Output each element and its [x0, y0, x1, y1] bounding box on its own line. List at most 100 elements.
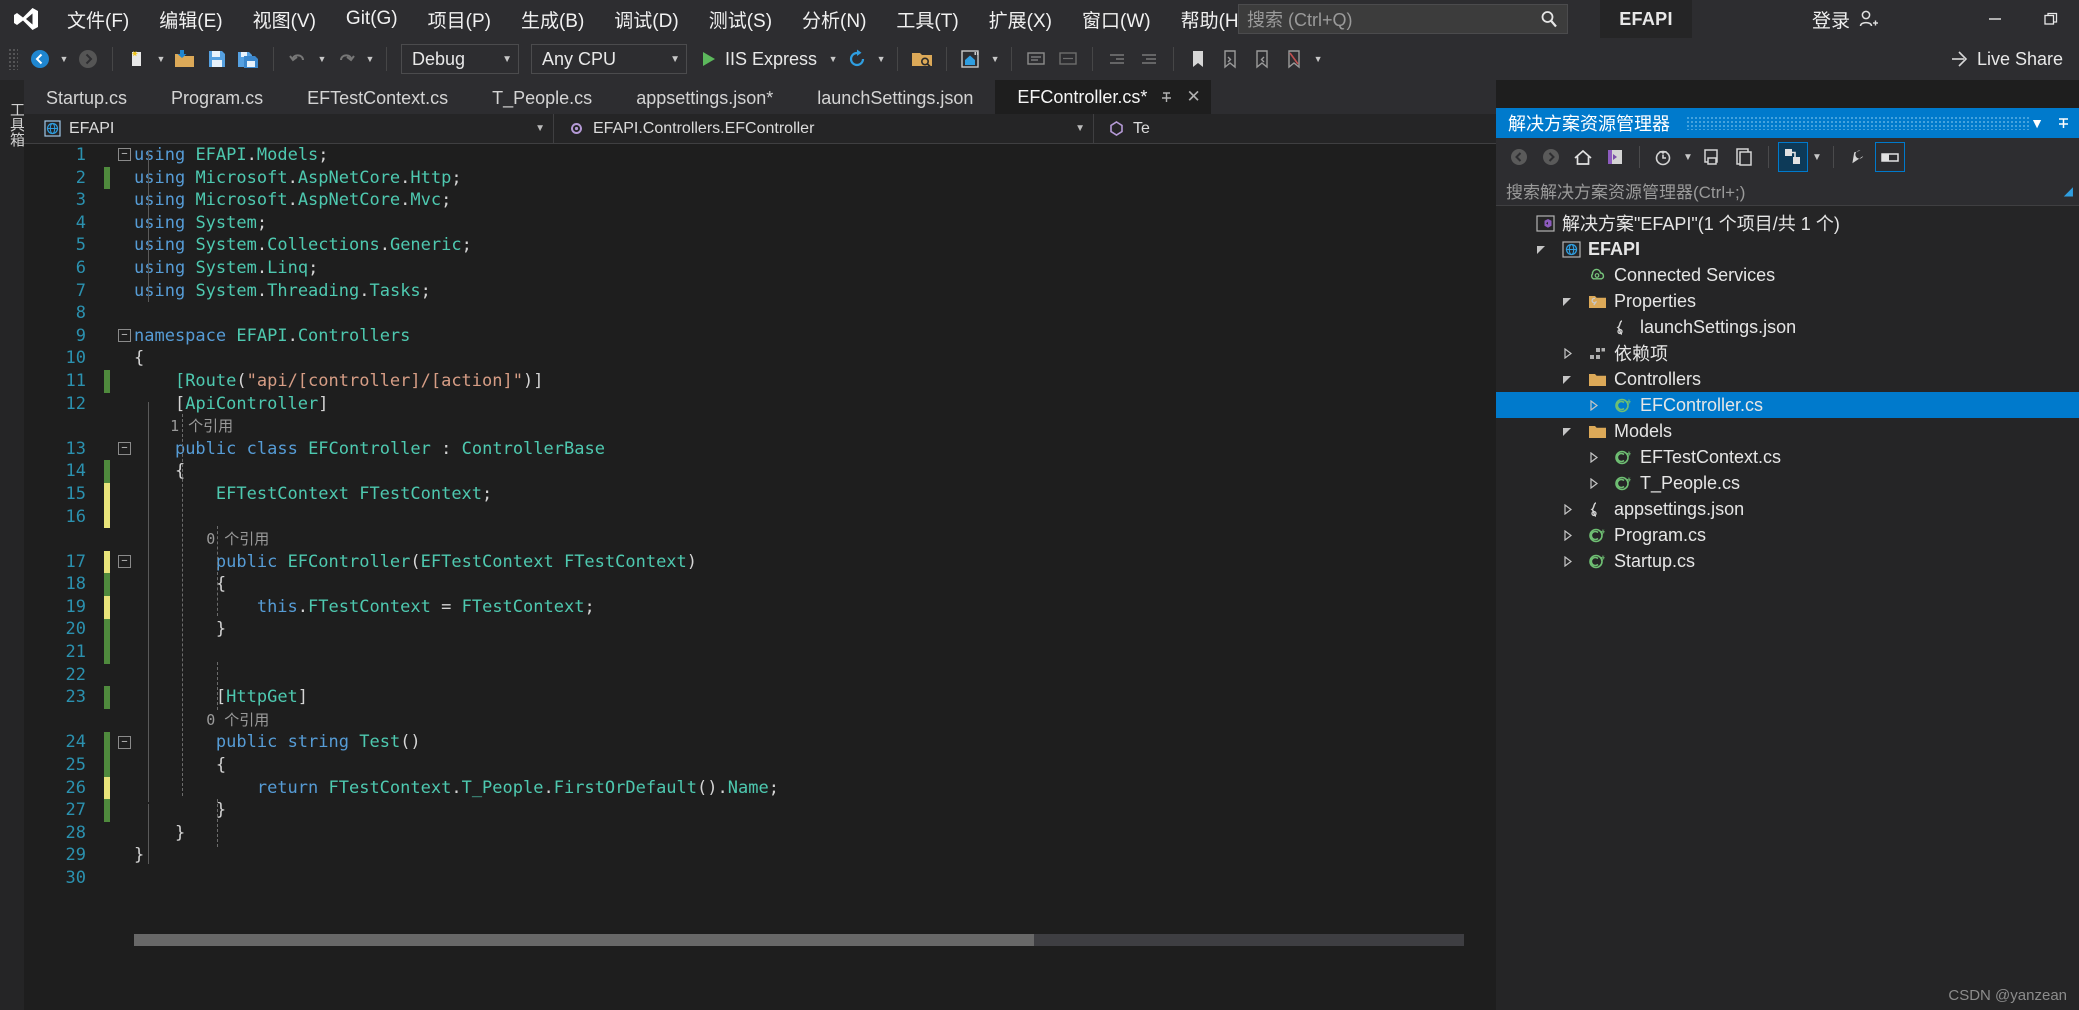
solution-tree-item[interactable]: Properties	[1496, 288, 2079, 314]
expander-arrow-icon[interactable]	[1562, 347, 1584, 359]
outdent-icon[interactable]	[1101, 43, 1133, 75]
code-line[interactable]: using EFAPI.Models;	[134, 144, 779, 167]
code-line[interactable]: EFTestContext FTestContext;	[134, 483, 779, 506]
toolbar-overflow-icon[interactable]: ▼	[1310, 43, 1326, 75]
code-line[interactable]: using System;	[134, 212, 779, 235]
pin-tab-icon[interactable]	[1159, 90, 1174, 105]
solution-tree-item[interactable]: # Program.cs	[1496, 522, 2079, 548]
code-editor-surface[interactable]: − − − − − 1 2 3 4 5 6 7 8 9 10 11 12 13 14 15 16 17 18 19 20 21 2…	[24, 144, 1496, 1010]
menu-test[interactable]: 测试(S)	[694, 0, 787, 38]
uncomment-selection-icon[interactable]	[1052, 43, 1084, 75]
save-all-icon[interactable]	[233, 43, 265, 75]
tab-t-people-cs[interactable]: T_People.cs	[470, 83, 614, 114]
tab-startup-cs[interactable]: Startup.cs	[24, 83, 149, 114]
menu-git[interactable]: Git(G)	[331, 0, 413, 38]
se-view-code-icon[interactable]	[1778, 142, 1808, 172]
outlining-collapse-icon[interactable]: −	[118, 554, 131, 568]
code-line[interactable]	[134, 664, 779, 687]
code-line[interactable]	[134, 867, 779, 890]
menu-debug[interactable]: 调试(D)	[599, 0, 693, 38]
se-preview-selected-icon[interactable]	[1600, 142, 1630, 172]
solution-tree[interactable]: 解决方案"EFAPI"(1 个项目/共 1 个) EFAPI Connected S…	[1496, 206, 2079, 574]
solution-tree-item[interactable]: EFAPI	[1496, 236, 2079, 262]
code-line[interactable]	[134, 641, 779, 664]
new-project-dropdown-icon[interactable]: ▼	[153, 43, 169, 75]
menu-project[interactable]: 项目(P)	[413, 0, 506, 38]
solution-tree-item[interactable]: appsettings.json	[1496, 496, 2079, 522]
code-line[interactable]: {	[134, 573, 779, 596]
solution-tree-item[interactable]: launchSettings.json	[1496, 314, 2079, 340]
menu-file[interactable]: 文件(F)	[52, 0, 144, 38]
global-search-input[interactable]: 搜索 (Ctrl+Q)	[1238, 4, 1568, 34]
tab-launchsettings-json[interactable]: launchSettings.json	[795, 83, 995, 114]
expander-arrow-icon[interactable]	[1562, 374, 1584, 385]
bookmark-icon[interactable]	[1182, 43, 1214, 75]
code-line[interactable]: return FTestContext.T_People.FirstOrDefa…	[134, 777, 779, 800]
solution-tree-item[interactable]: 依赖项	[1496, 340, 2079, 366]
expander-arrow-icon[interactable]	[1588, 399, 1610, 411]
code-line[interactable]: this.FTestContext = FTestContext;	[134, 596, 779, 619]
code-line[interactable]: [Route("api/[controller]/[action]")]	[134, 370, 779, 393]
se-back-icon[interactable]	[1504, 142, 1534, 172]
se-pending-changes-icon[interactable]	[1649, 142, 1679, 172]
menu-window[interactable]: 窗口(W)	[1067, 0, 1166, 38]
code-line[interactable]: namespace EFAPI.Controllers	[134, 325, 779, 348]
se-view-dropdown-icon[interactable]: ▼	[1810, 142, 1824, 172]
code-line[interactable]: {	[134, 347, 779, 370]
solution-tree-item[interactable]: Models	[1496, 418, 2079, 444]
code-line[interactable]: public string Test()	[134, 731, 779, 754]
code-lens-reference[interactable]: 1 个引用	[134, 415, 779, 438]
panel-menu-icon[interactable]: ▼	[2030, 115, 2044, 131]
code-text[interactable]: using EFAPI.Models; using Microsoft.AspNe…	[134, 144, 779, 890]
expander-arrow-icon[interactable]	[1562, 529, 1584, 541]
se-home-icon[interactable]	[1568, 142, 1598, 172]
project-selector[interactable]: EFAPI ▼	[24, 113, 554, 144]
expander-arrow-icon[interactable]	[1562, 426, 1584, 437]
solution-tree-item[interactable]: # Startup.cs	[1496, 548, 2079, 574]
restore-button[interactable]	[2023, 0, 2079, 38]
start-debugging-button[interactable]: IIS Express	[693, 43, 825, 75]
menu-extensions[interactable]: 扩展(X)	[974, 0, 1067, 38]
expander-arrow-icon[interactable]	[1562, 296, 1584, 307]
redo-icon[interactable]	[330, 43, 362, 75]
solution-tree-item[interactable]: # EFTestContext.cs	[1496, 444, 2079, 470]
solution-tree-item[interactable]: Controllers	[1496, 366, 2079, 392]
expander-arrow-icon[interactable]	[1536, 244, 1558, 255]
comment-selection-icon[interactable]	[1020, 43, 1052, 75]
expander-arrow-icon[interactable]	[1562, 503, 1584, 515]
tab-efcontroller-cs[interactable]: EFController.cs* ✕	[995, 80, 1211, 114]
new-project-icon[interactable]	[121, 43, 153, 75]
panel-drag-grip[interactable]	[1686, 116, 2031, 130]
navigate-forward-button[interactable]	[72, 43, 104, 75]
tab-appsettings-json[interactable]: appsettings.json*	[614, 83, 795, 114]
code-line[interactable]: public EFController(EFTestContext FTestC…	[134, 551, 779, 574]
code-line[interactable]: using System.Linq;	[134, 257, 779, 280]
close-tab-icon[interactable]: ✕	[1186, 87, 1200, 107]
toolbox-strip[interactable]: 工具箱	[0, 80, 25, 1010]
se-properties-window-icon[interactable]	[1875, 142, 1905, 172]
se-forward-icon[interactable]	[1536, 142, 1566, 172]
sign-in-button[interactable]: 登录	[1812, 0, 1879, 38]
code-lens-reference[interactable]: 0 个引用	[134, 528, 779, 551]
solution-tree-item[interactable]: 解决方案"EFAPI"(1 个项目/共 1 个)	[1496, 210, 2079, 236]
code-line[interactable]: [ApiController]	[134, 393, 779, 416]
redo-dropdown-icon[interactable]: ▼	[362, 43, 378, 75]
menu-edit[interactable]: 编辑(E)	[144, 0, 237, 38]
se-pending-changes-dropdown-icon[interactable]: ▼	[1681, 142, 1695, 172]
code-lens-reference[interactable]: 0 个引用	[134, 709, 779, 732]
code-line[interactable]: }	[134, 799, 779, 822]
home-window-dropdown-icon[interactable]: ▼	[987, 43, 1003, 75]
solution-explorer-search-input[interactable]: 搜索解决方案资源管理器(Ctrl+;) ◢	[1496, 176, 2079, 206]
code-line[interactable]: [HttpGet]	[134, 686, 779, 709]
tab-program-cs[interactable]: Program.cs	[149, 83, 285, 114]
code-line[interactable]: using System.Threading.Tasks;	[134, 280, 779, 303]
minimize-button[interactable]	[1967, 0, 2023, 38]
code-line[interactable]	[134, 506, 779, 529]
solution-tree-item[interactable]: Connected Services	[1496, 262, 2079, 288]
code-line[interactable]	[134, 302, 779, 325]
solution-tree-item[interactable]: # EFController.cs	[1496, 392, 2079, 418]
panel-pin-icon[interactable]	[2056, 116, 2071, 131]
outlining-collapse-icon[interactable]: −	[118, 735, 131, 749]
menu-view[interactable]: 视图(V)	[238, 0, 331, 38]
home-window-icon[interactable]	[955, 43, 987, 75]
